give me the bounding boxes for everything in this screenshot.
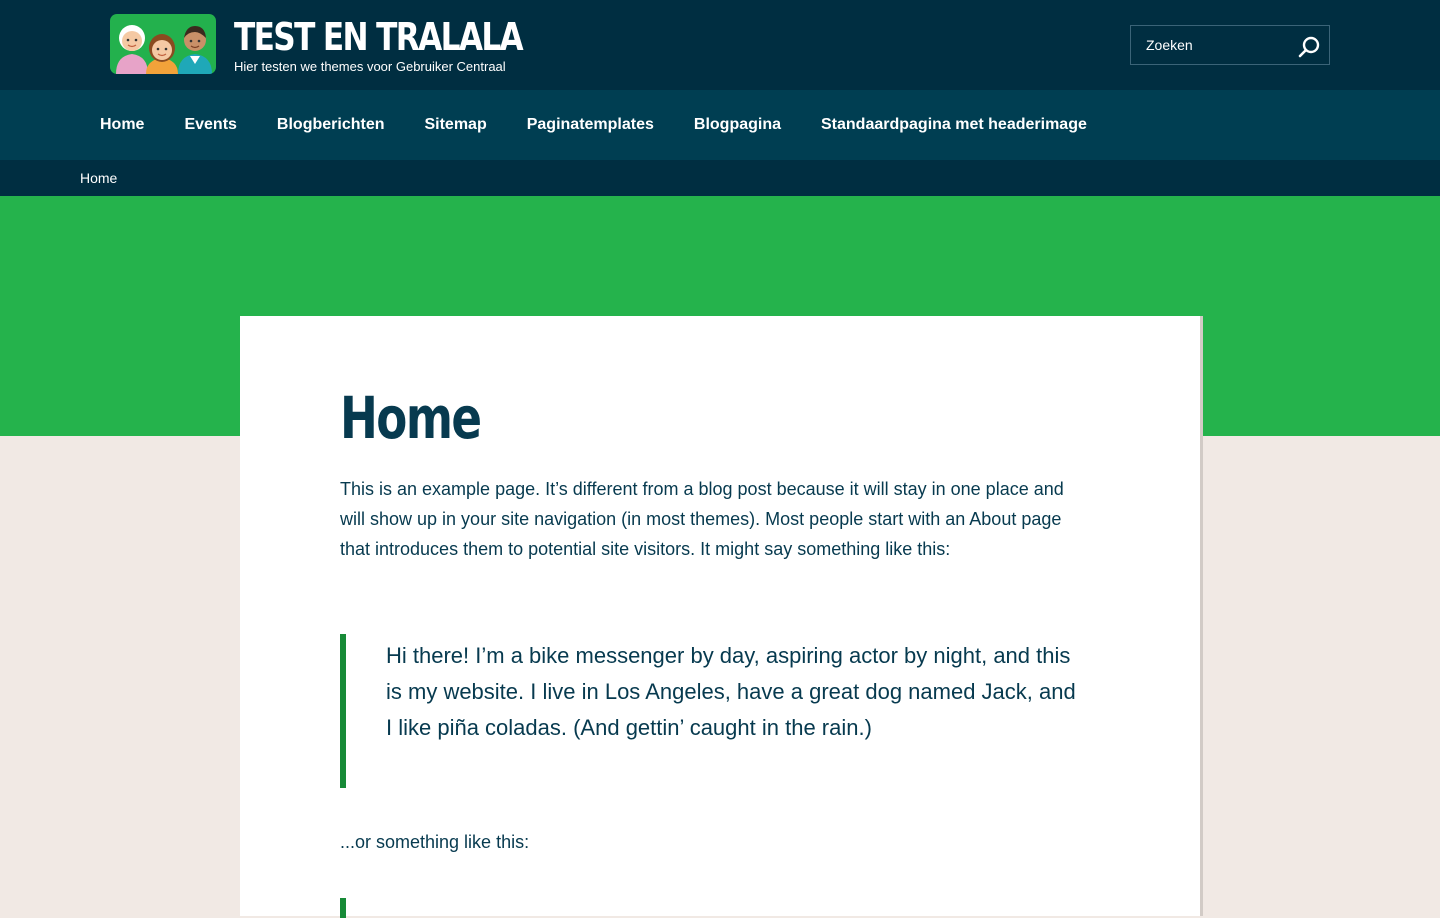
nav-link-sitemap[interactable]: Sitemap <box>424 116 486 133</box>
search-form <box>1130 25 1330 65</box>
content-card: Home This is an example page. It’s diffe… <box>240 316 1200 918</box>
nav-link-events[interactable]: Events <box>184 116 236 133</box>
page-title: Home <box>340 384 482 452</box>
outro-paragraph: ...or something like this: <box>340 832 530 852</box>
nav-link-standaardpagina[interactable]: Standaardpagina met headerimage <box>821 116 1087 133</box>
nav-link-paginatemplates[interactable]: Paginatemplates <box>527 116 654 133</box>
nav-item-blogberichten: Blogberichten <box>257 116 405 134</box>
search-button[interactable] <box>1297 34 1323 60</box>
nav-item-standaardpagina: Standaardpagina met headerimage <box>801 116 1107 134</box>
breadcrumb: Home <box>0 160 1440 196</box>
blockquote: Hi there! I’m a bike messenger by day, a… <box>340 634 1086 788</box>
nav-link-blogberichten[interactable]: Blogberichten <box>277 116 385 133</box>
second-blockquote-border <box>340 898 346 918</box>
site-tagline: Hier testen we themes voor Gebruiker Cen… <box>234 59 506 74</box>
people-logo-icon <box>116 25 212 74</box>
breadcrumb-current: Home <box>80 170 118 186</box>
nav-item-blogpagina: Blogpagina <box>674 116 801 134</box>
intro-paragraph: This is an example page. It’s different … <box>340 479 1064 559</box>
nav-item-paginatemplates: Paginatemplates <box>507 116 674 134</box>
nav-link-blogpagina[interactable]: Blogpagina <box>694 116 781 133</box>
site-header: TEST EN TRALALA Hier testen we themes vo… <box>0 0 1440 90</box>
site-logo[interactable] <box>110 14 216 74</box>
nav-link-home[interactable]: Home <box>100 116 144 133</box>
site-title[interactable]: TEST EN TRALALA <box>234 14 524 60</box>
main-navigation: Home Events Blogberichten Sitemap Pagina… <box>0 90 1440 160</box>
search-input[interactable] <box>1131 26 1296 64</box>
nav-item-home: Home <box>80 116 164 134</box>
search-icon <box>1298 36 1320 58</box>
blockquote-text: Hi there! I’m a bike messenger by day, a… <box>386 643 1076 740</box>
nav-item-sitemap: Sitemap <box>404 116 506 134</box>
nav-item-events: Events <box>164 116 256 134</box>
